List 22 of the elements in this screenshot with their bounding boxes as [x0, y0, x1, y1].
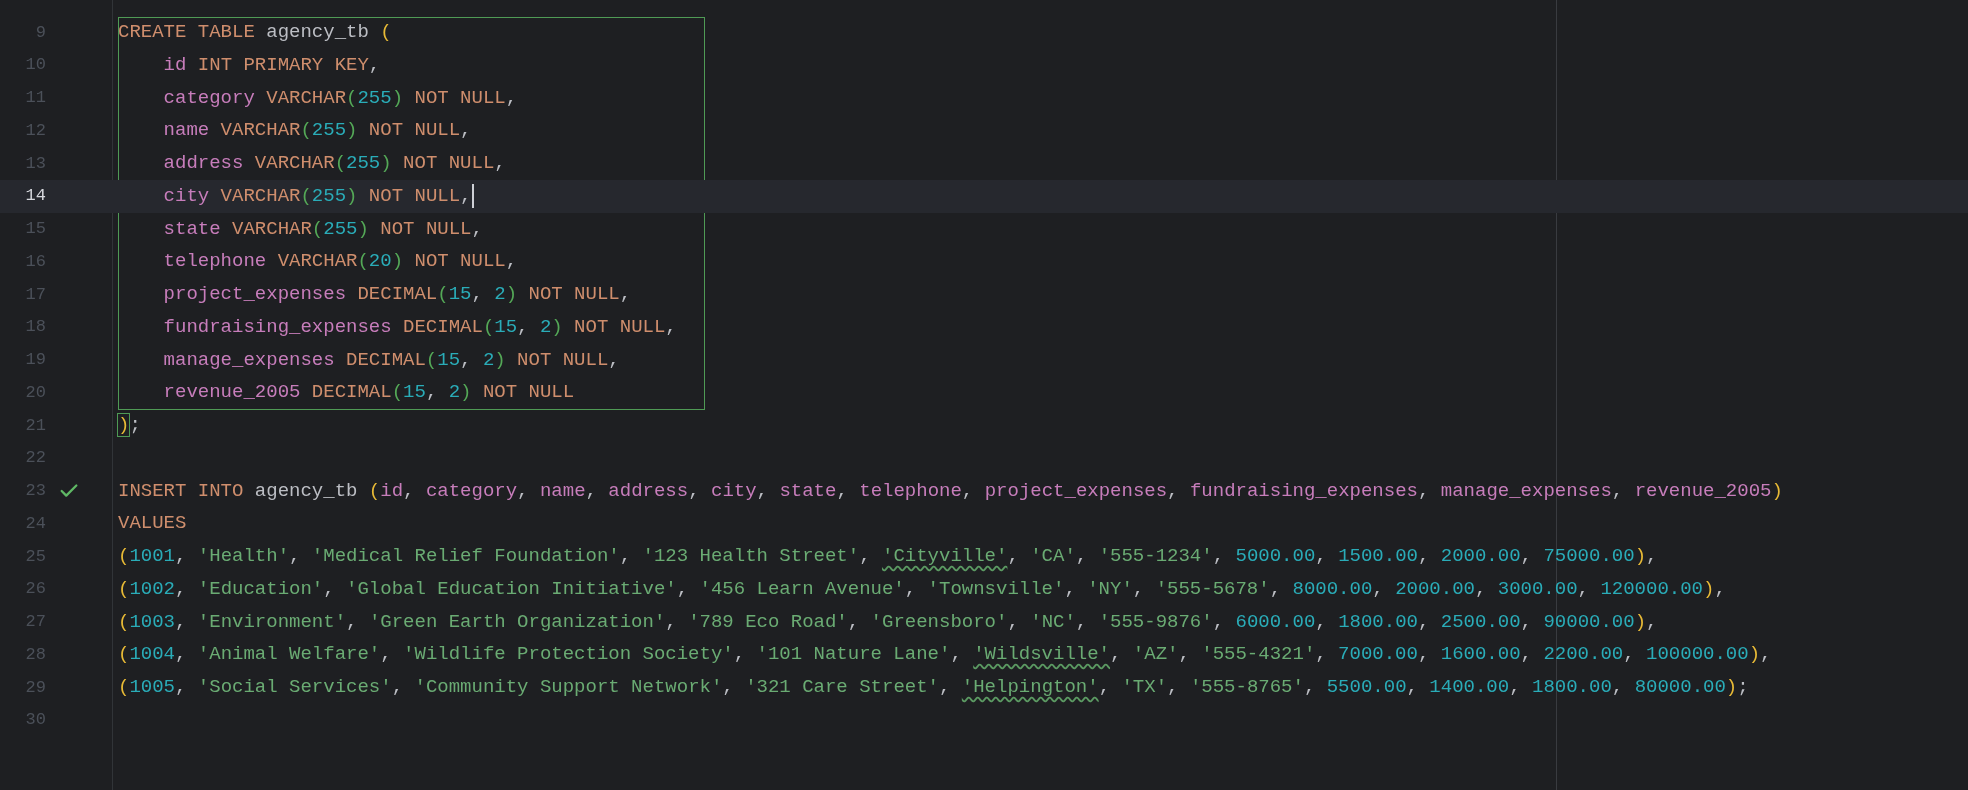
code-line: fundraising_expenses DECIMAL(15, 2) NOT NULL, — [162, 314, 677, 340]
text-cursor — [471, 184, 474, 209]
code-line: state VARCHAR(255) NOT NULL, — [162, 216, 483, 242]
code-line: CREATE TABLE agency_tb ( — [118, 20, 392, 46]
code-line: (1005, 'Social Services', 'Community Support Network', '321 Care Street', 'Helpington', 'TX', '555-8765', 5500.00, 1400.00, 1800.00, 80000.00); — [118, 675, 1749, 701]
code-line: manage_expenses DECIMAL(15, 2) NOT NULL, — [162, 347, 620, 373]
code-line: (1004, 'Animal Welfare', 'Wildlife Protection Society', '101 Nature Lane', 'Wildsville', 'AZ', '555-4321', 7000.00, 1600.00, 2200.00, 100000.00), — [118, 642, 1772, 668]
line-number: 14 — [24, 185, 46, 208]
code-line: ); — [118, 413, 141, 439]
code-line: INSERT INTO agency_tb (id, category, name, address, city, state, telephone, project_expenses, fundraising_expenses, manage_expenses, revenue_2005) — [118, 478, 1783, 504]
code-line: name VARCHAR(255) NOT NULL, — [162, 118, 472, 144]
code-line: (1001, 'Health', 'Medical Relief Foundation', '123 Health Street', 'Cityville', 'CA', '555-1234', 5000.00, 1500.00, 2000.00, 75000.00), — [118, 544, 1658, 570]
code-line: id INT PRIMARY KEY, — [162, 52, 381, 78]
code-line: city VARCHAR(255) NOT NULL, — [162, 183, 472, 209]
code-line: revenue_2005 DECIMAL(15, 2) NOT NULL — [162, 380, 575, 406]
code-line: project_expenses DECIMAL(15, 2) NOT NULL, — [162, 282, 632, 308]
code-line: address VARCHAR(255) NOT NULL, — [162, 151, 506, 177]
code-line: telephone VARCHAR(20) NOT NULL, — [162, 249, 518, 275]
code-line: (1002, 'Education', 'Global Education Initiative', '456 Learn Avenue', 'Townsville', 'NY', '555-5678', 8000.00, 2000.00, 3000.00, 120000.00), — [118, 576, 1726, 602]
code-line: category VARCHAR(255) NOT NULL, — [162, 85, 518, 111]
code-line: VALUES — [118, 511, 187, 537]
code-line: (1003, 'Environment', 'Green Earth Organization', '789 Eco Road', 'Greensboro', 'NC', '555-9876', 6000.00, 1800.00, 2500.00, 90000.00), — [118, 609, 1658, 635]
